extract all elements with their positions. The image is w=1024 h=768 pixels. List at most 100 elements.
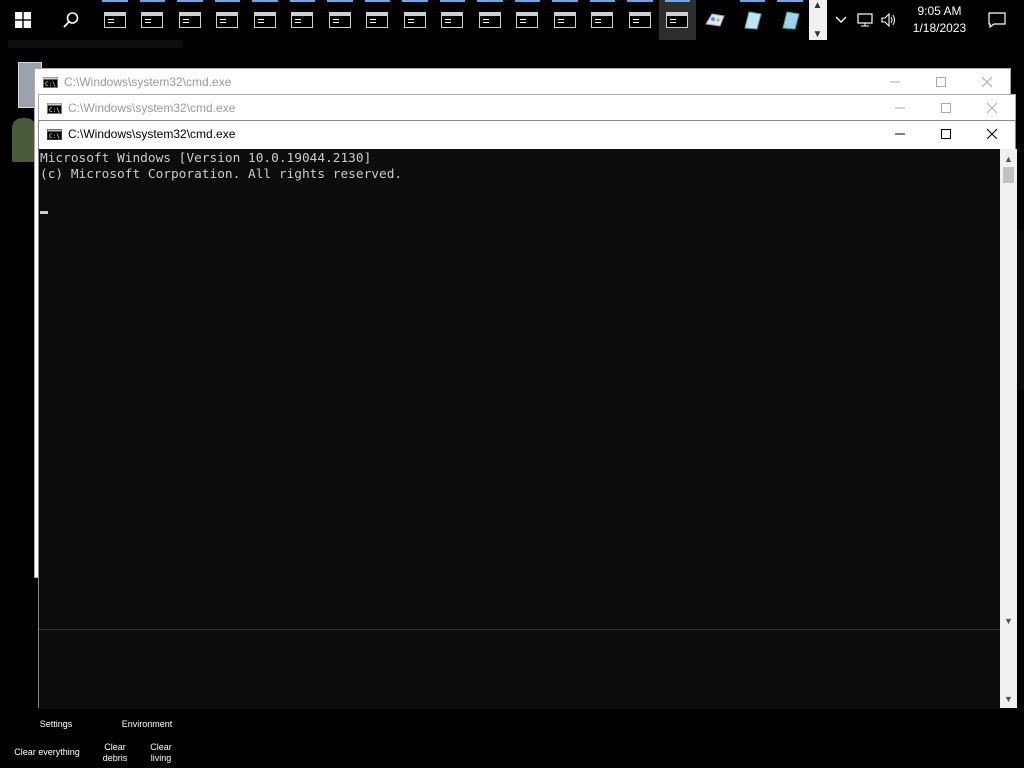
maximize-button[interactable] [923, 95, 969, 121]
maximize-button[interactable] [923, 121, 969, 147]
taskbar-scroll[interactable]: ▲ ▼ [808, 0, 827, 40]
svg-text:C:\: C:\ [45, 81, 56, 88]
cmd-icon [178, 12, 201, 28]
volume-icon [880, 13, 895, 27]
title-bar[interactable]: C:\ C:\Windows\system32\cmd.exe [39, 121, 1015, 147]
notepad-icon [744, 11, 762, 30]
taskbar-cmd-app[interactable] [396, 0, 434, 40]
minimize-button[interactable] [872, 69, 918, 95]
cmd-icon [516, 12, 539, 28]
console-output[interactable]: Microsoft Windows [Version 10.0.19044.21… [39, 149, 1000, 629]
taskbar-cmd-app[interactable] [359, 0, 397, 40]
start-button[interactable] [0, 0, 46, 40]
taskbar-app-list [96, 0, 809, 40]
cmd-window-active[interactable]: C:\ C:\Windows\system32\cmd.exe Microsof… [38, 120, 1017, 709]
close-button[interactable] [969, 121, 1015, 147]
console-line: Microsoft Windows [Version 10.0.19044.21… [40, 151, 372, 166]
taskbar-cmd-app[interactable] [321, 0, 359, 40]
cmd-icon: C:\ [47, 128, 62, 140]
taskbar-cmd-app[interactable] [621, 0, 659, 40]
cmd-icon [553, 12, 576, 28]
minimize-icon [890, 81, 900, 83]
hud-clear-everything-button[interactable]: Clear everything [8, 747, 86, 758]
taskbar-cmd-app[interactable] [546, 0, 584, 40]
cmd-icon [328, 12, 351, 28]
cmd-icon [103, 12, 126, 28]
scroll-up-button[interactable]: ▲ [1000, 150, 1017, 167]
minimize-button[interactable] [877, 95, 923, 121]
taskbar-notepad-app-2[interactable] [771, 0, 809, 40]
close-icon [987, 129, 997, 139]
taskbar-cmd-app[interactable] [584, 0, 622, 40]
title-bar[interactable]: C:\ C:\Windows\system32\cmd.exe [35, 69, 1010, 95]
taskbar-cmd-app[interactable] [246, 0, 284, 40]
background-edge [1018, 230, 1024, 390]
taskbar-notepad-app[interactable] [734, 0, 772, 40]
vertical-scrollbar[interactable]: ▲ ▼ ▼ [1000, 149, 1017, 708]
clock-date: 1/18/2023 [912, 21, 967, 35]
hud-clear-living-button[interactable]: Clear living [144, 742, 178, 764]
minimize-icon [895, 133, 905, 135]
text-cursor [40, 211, 48, 214]
taskbar-cmd-app[interactable] [209, 0, 247, 40]
close-icon [982, 77, 992, 87]
action-center-button[interactable] [977, 0, 1017, 40]
show-hidden-icons-button[interactable] [829, 0, 853, 40]
cmd-icon [253, 12, 276, 28]
taskbar-cmd-app[interactable] [434, 0, 472, 40]
chevron-up-icon[interactable]: ▲ [813, 0, 823, 11]
maximize-icon [941, 129, 951, 139]
taskbar-cmd-app[interactable] [284, 0, 322, 40]
volume-button[interactable] [877, 0, 901, 40]
svg-text:C:\: C:\ [49, 107, 60, 114]
cmd-icon: C:\ [47, 102, 62, 114]
cmd-icon [441, 12, 464, 28]
cmd-icon [366, 12, 389, 28]
taskbar-cmd-app-active[interactable] [658, 0, 696, 40]
notepad-icon [782, 11, 800, 30]
hud-settings-button[interactable]: Settings [34, 719, 78, 730]
maximize-icon [936, 77, 946, 87]
window-title: C:\Windows\system32\cmd.exe [68, 101, 236, 115]
system-tray: 9:05 AM 1/18/2023 [829, 0, 1017, 40]
network-icon [856, 13, 873, 27]
clock-time: 9:05 AM [917, 4, 962, 18]
taskbar-cmd-app[interactable] [471, 0, 509, 40]
console-line: (c) Microsoft Corporation. All rights re… [40, 167, 403, 182]
notification-icon [987, 12, 1006, 28]
taskbar-cmd-app[interactable] [171, 0, 209, 40]
cmd-icon [478, 12, 501, 28]
windows-logo-icon [15, 12, 31, 28]
scroll-thumb[interactable] [1003, 167, 1014, 183]
close-button[interactable] [964, 69, 1010, 95]
scroll-down-button-lower[interactable]: ▼ [1000, 690, 1017, 707]
minimize-button[interactable] [877, 121, 923, 147]
scroll-down-button[interactable]: ▼ [1000, 612, 1017, 629]
taskbar-cmd-app[interactable] [509, 0, 547, 40]
taskbar-cmd-app[interactable] [134, 0, 172, 40]
maximize-button[interactable] [918, 69, 964, 95]
taskbar-clock[interactable]: 9:05 AM 1/18/2023 [907, 3, 973, 37]
hud-clear-debris-button[interactable]: Clear debris [98, 742, 132, 764]
chevron-down-icon [835, 16, 846, 23]
cmd-icon [403, 12, 426, 28]
chevron-down-icon[interactable]: ▼ [813, 29, 823, 40]
taskbar: ▲ ▼ 9:05 AM 1/18/2023 [0, 0, 1024, 40]
close-icon [987, 103, 997, 113]
chevron-up-icon: ▲ [1004, 153, 1013, 164]
cmd-icon [141, 12, 164, 28]
cmd-icon [666, 12, 689, 28]
hud-environment-button[interactable]: Environment [116, 719, 178, 730]
title-bar[interactable]: C:\ C:\Windows\system32\cmd.exe [39, 95, 1015, 121]
taskbar-cmd-app[interactable] [96, 0, 134, 40]
desktop-recycle-bin-icon[interactable] [12, 118, 36, 162]
search-button[interactable] [46, 0, 96, 40]
taskbar-paint-app[interactable] [696, 0, 734, 40]
cmd-icon [628, 12, 651, 28]
minimize-icon [895, 107, 905, 109]
network-button[interactable] [853, 0, 877, 40]
maximize-icon [941, 103, 951, 113]
console-lower-pane[interactable] [39, 629, 1000, 709]
close-button[interactable] [969, 95, 1015, 121]
window-title: C:\Windows\system32\cmd.exe [64, 75, 232, 89]
